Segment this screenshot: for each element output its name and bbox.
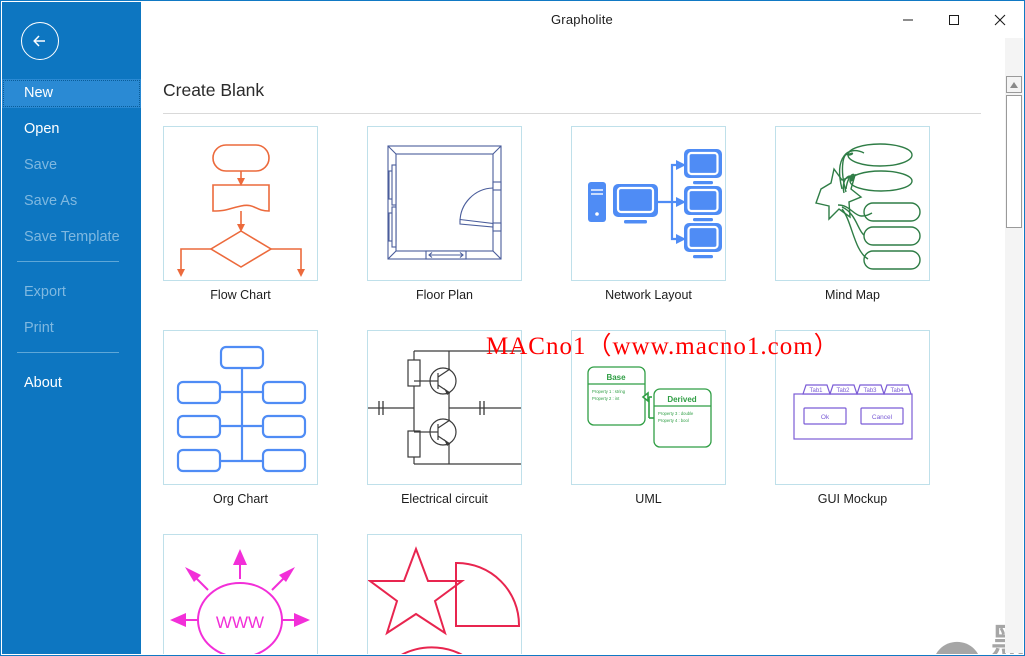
org-chart-icon: [176, 345, 307, 473]
uml-derived-row-1: Property 3 : double: [658, 411, 694, 416]
sidebar-item-label: Save: [24, 157, 58, 173]
template-label-mind-map: Mind Map: [825, 288, 880, 302]
website-map-icon: WWW: [170, 549, 310, 654]
scroll-up-button[interactable]: [1006, 76, 1022, 93]
sidebar-divider-1: [17, 261, 119, 262]
website-map-center-label: WWW: [216, 613, 264, 632]
template-tile-basic-shapes[interactable]: [367, 534, 522, 654]
sidebar-item-save-as[interactable]: Save As: [2, 187, 141, 216]
sidebar-item-label: New: [24, 85, 54, 101]
uml-base-row-1: Property 1 : string: [592, 389, 626, 394]
uml-base-row-2: Property 2 : int: [592, 396, 620, 401]
gui-cancel-label: Cancel: [872, 414, 893, 421]
template-tile-flow-chart[interactable]: [163, 126, 318, 281]
gui-tab-4: Tab4: [890, 388, 904, 394]
template-label-electrical-circuit: Electrical circuit: [401, 492, 488, 506]
arrow-left-icon: [33, 35, 45, 47]
back-button[interactable]: [21, 22, 59, 60]
template-tile-mind-map[interactable]: [775, 126, 930, 281]
template-label-floor-plan: Floor Plan: [416, 288, 473, 302]
sidebar-item-open[interactable]: Open: [2, 115, 141, 144]
gui-tab-3: Tab3: [863, 388, 877, 394]
template-tile-org-chart[interactable]: [163, 330, 318, 485]
basic-shapes-icon: [368, 546, 520, 654]
watermark-macno1: MACno1（www.macno1.com）: [486, 333, 840, 360]
mind-map-icon: [815, 143, 921, 270]
minimize-button[interactable]: [885, 2, 931, 38]
template-tile-floor-plan[interactable]: [367, 126, 522, 281]
sidebar-item-about[interactable]: About: [2, 369, 141, 398]
template-tile-website-map[interactable]: WWW: [163, 534, 318, 654]
scrollbar-thumb[interactable]: [1006, 95, 1022, 228]
sidebar-item-print[interactable]: Print: [2, 314, 141, 343]
sidebar-item-save-template[interactable]: Save Template: [2, 223, 141, 252]
template-label-network-layout: Network Layout: [605, 288, 692, 302]
chevron-up-icon: [1010, 81, 1018, 88]
uml-base-title: Base: [606, 373, 626, 382]
window-controls: [885, 2, 1023, 38]
sidebar-divider-2: [17, 352, 119, 353]
uml-derived-row-2: Property 4 : bool: [658, 418, 689, 423]
title-bar: Grapholite: [141, 2, 1023, 38]
template-label-uml: UML: [635, 492, 662, 506]
close-button[interactable]: [977, 2, 1023, 38]
sidebar-item-label: About: [24, 375, 62, 391]
sidebar-item-label: Save Template: [24, 229, 120, 245]
gui-ok-label: Ok: [821, 414, 830, 421]
content-area: Create Blank Flow Chart Floor Plan Netwo…: [141, 38, 1023, 654]
network-layout-icon: [588, 149, 722, 259]
sidebar-item-export[interactable]: Export: [2, 278, 141, 307]
application-window: Grapholite New Open Save Save As Save Te…: [0, 0, 1025, 656]
mushroom-logo-icon: [936, 641, 979, 654]
template-label-flow-chart: Flow Chart: [210, 288, 271, 302]
template-label-gui-mockup: GUI Mockup: [817, 492, 888, 506]
uml-derived-title: Derived: [667, 395, 696, 404]
title-divider: [163, 113, 981, 114]
template-tile-network-layout[interactable]: [571, 126, 726, 281]
vertical-scrollbar[interactable]: [1005, 38, 1023, 653]
sidebar-item-label: Export: [24, 284, 66, 300]
gui-tab-1: Tab1: [809, 388, 823, 394]
sidebar-item-new[interactable]: New: [2, 79, 141, 108]
sidebar-menu: New Open Save Save As Save Template Expo…: [2, 79, 141, 405]
flow-chart-icon: [177, 144, 305, 277]
template-label-org-chart: Org Chart: [213, 492, 268, 506]
sidebar-item-label: Print: [24, 320, 54, 336]
sidebar-item-label: Save As: [24, 193, 78, 209]
page-title: Create Blank: [163, 80, 265, 100]
sidebar: New Open Save Save As Save Template Expo…: [2, 2, 141, 654]
floor-plan-icon: [387, 145, 502, 260]
maximize-button[interactable]: [931, 2, 977, 38]
template-grid: Flow Chart Floor Plan Network Layout Min…: [163, 126, 1023, 654]
gui-tab-2: Tab2: [836, 388, 850, 394]
sidebar-item-label: Open: [24, 121, 60, 137]
sidebar-item-save[interactable]: Save: [2, 151, 141, 180]
